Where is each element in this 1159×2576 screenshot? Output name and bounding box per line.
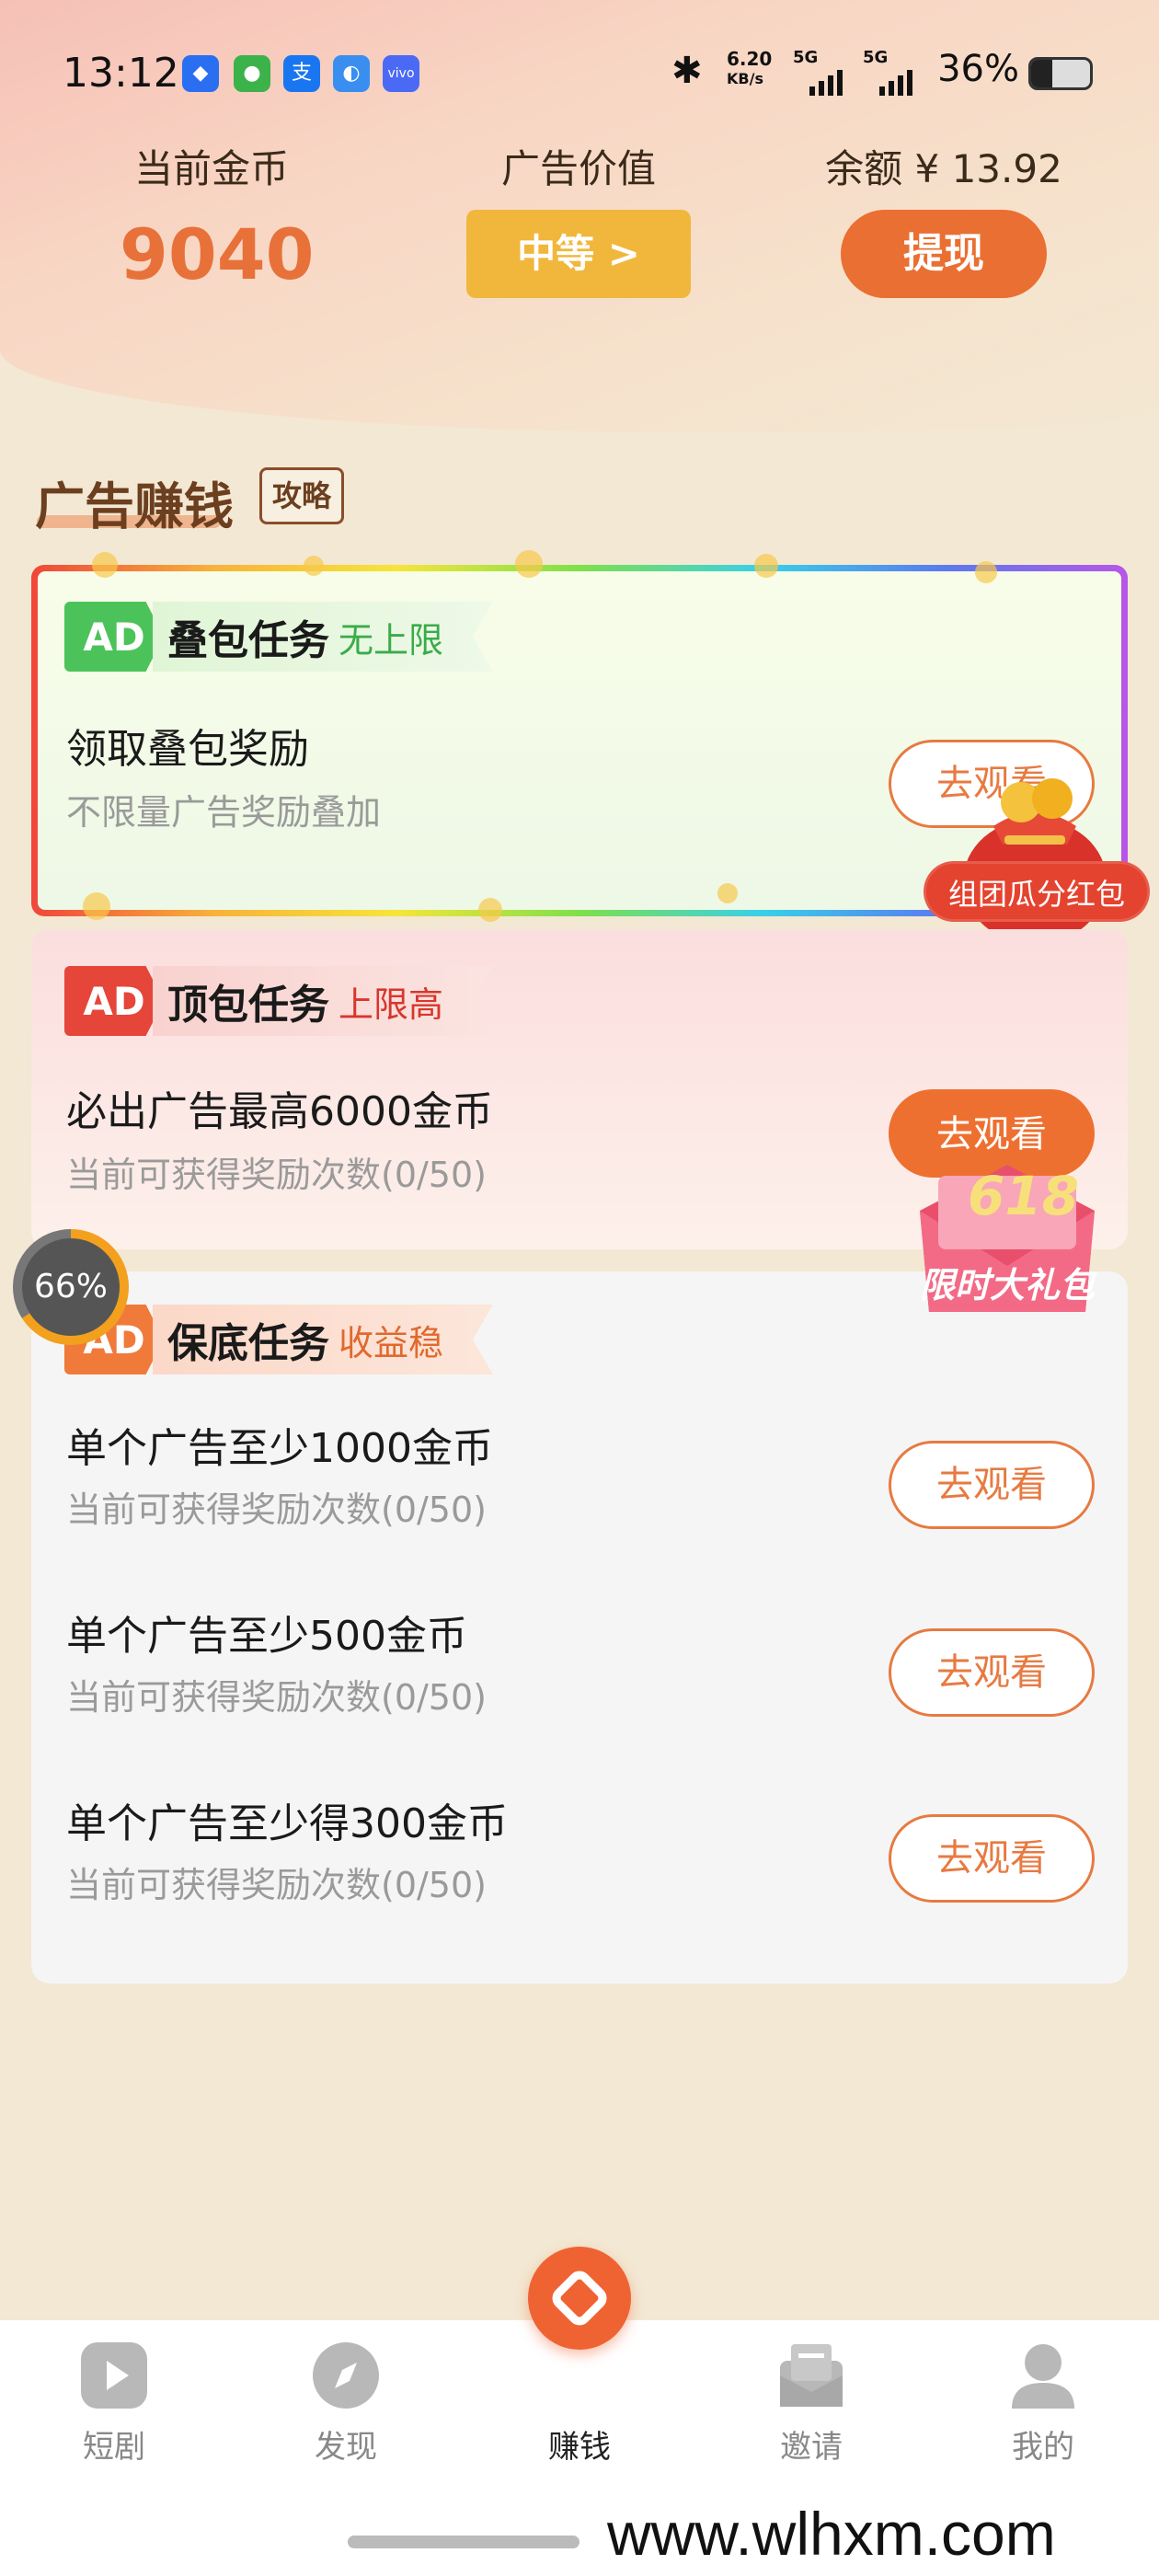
signal-label-1: 5G bbox=[793, 48, 819, 67]
nav-label: 发现 bbox=[315, 2429, 377, 2466]
coins-value: 9040 bbox=[120, 213, 315, 295]
base-row-title: 单个广告至少1000金币 bbox=[66, 1425, 493, 1472]
base-watch-button-2[interactable]: 去观看 bbox=[889, 1628, 1095, 1717]
vivo-icon: vivo bbox=[383, 55, 419, 92]
play-icon bbox=[81, 2342, 147, 2409]
sparkle-dot bbox=[92, 552, 118, 578]
battery-fill bbox=[1031, 60, 1053, 87]
ad-tag: AD bbox=[64, 966, 164, 1036]
home-indicator[interactable] bbox=[348, 2536, 580, 2548]
sparkle-dot bbox=[478, 898, 502, 922]
withdraw-button[interactable]: 提现 bbox=[841, 210, 1047, 298]
nav-label: 赚钱 bbox=[548, 2429, 611, 2466]
guide-button[interactable]: 攻略 bbox=[259, 467, 344, 524]
base-watch-button-1[interactable]: 去观看 bbox=[889, 1441, 1095, 1529]
nav-label: 邀请 bbox=[780, 2429, 843, 2466]
status-time: 13:12 bbox=[63, 50, 179, 97]
task-sub: 上限高 bbox=[339, 983, 444, 1025]
sparkle-dot bbox=[304, 556, 324, 576]
stack-task-tag: AD 叠包任务 无上限 bbox=[64, 602, 494, 672]
progress-text: 66% bbox=[22, 1238, 120, 1336]
stack-task-title: 领取叠包奖励 bbox=[66, 726, 309, 773]
battery-percent: 36% bbox=[937, 48, 1019, 90]
base-row-title: 单个广告至少得300金币 bbox=[66, 1800, 508, 1847]
ad-value-label: 广告价值 bbox=[500, 146, 656, 191]
task-sub: 收益稳 bbox=[339, 1322, 444, 1363]
signal-icon-2 bbox=[879, 70, 912, 96]
base-row-desc: 当前可获得奖励次数(0/50) bbox=[66, 1489, 487, 1530]
ad-value-button[interactable]: 中等 > bbox=[466, 210, 691, 298]
nav-label: 我的 bbox=[1012, 2429, 1074, 2466]
status-bar: 13:12 ◆ ● 支 ◐ vivo ✱ 6.20 KB/s 5G 5G 36% bbox=[0, 37, 1159, 110]
shield-app-icon: ◆ bbox=[182, 55, 219, 92]
top-task-desc: 当前可获得奖励次数(0/50) bbox=[66, 1155, 487, 1195]
base-row-desc: 当前可获得奖励次数(0/50) bbox=[66, 1865, 487, 1905]
top-task-title: 必出广告最高6000金币 bbox=[66, 1088, 493, 1135]
task-name: 叠包任务 bbox=[167, 617, 329, 664]
alipay-icon: 支 bbox=[283, 55, 320, 92]
sparkle-dot bbox=[515, 550, 543, 578]
user-icon bbox=[1012, 2344, 1074, 2409]
base-watch-button-3[interactable]: 去观看 bbox=[889, 1814, 1095, 1903]
battery-icon bbox=[1028, 57, 1093, 90]
nav-label: 短剧 bbox=[83, 2429, 145, 2466]
signal-label-2: 5G bbox=[863, 48, 889, 67]
section-title: 广告赚钱 bbox=[35, 477, 234, 535]
ad-tag: AD bbox=[64, 602, 164, 672]
green-app-icon: ● bbox=[234, 55, 270, 92]
sparkle-dot bbox=[754, 554, 778, 578]
watermark-text: www.wlhxm.com bbox=[607, 2500, 1056, 2568]
earn-nav-button[interactable] bbox=[528, 2247, 631, 2350]
mail-icon bbox=[780, 2344, 843, 2407]
task-sub: 无上限 bbox=[339, 619, 444, 661]
gift-label[interactable]: 限时大礼包 bbox=[920, 1257, 1095, 1307]
sparkle-dot bbox=[717, 883, 738, 903]
base-row-title: 单个广告至少500金币 bbox=[66, 1613, 467, 1660]
browser-icon: ◐ bbox=[333, 55, 370, 92]
task-name: 顶包任务 bbox=[167, 982, 329, 1029]
diamond-icon bbox=[552, 2271, 607, 2326]
progress-ring[interactable]: 66% bbox=[13, 1229, 129, 1345]
balance-label: 余额 ¥ 13.92 bbox=[825, 146, 1062, 191]
net-speed-unit: KB/s bbox=[727, 70, 763, 87]
sparkle-dot bbox=[975, 561, 997, 583]
task-name: 保底任务 bbox=[167, 1320, 329, 1367]
compass-icon bbox=[313, 2342, 379, 2409]
bluetooth-icon: ✱ bbox=[671, 50, 703, 92]
signal-icon-1 bbox=[809, 70, 843, 96]
red-packet-label[interactable]: 组团瓜分红包 bbox=[924, 861, 1150, 922]
base-task-tag: AD 保底任务 收益稳 bbox=[64, 1305, 494, 1374]
base-row-desc: 当前可获得奖励次数(0/50) bbox=[66, 1677, 487, 1718]
coins-label: 当前金币 bbox=[133, 146, 289, 191]
sparkle-dot bbox=[83, 892, 110, 920]
top-task-tag: AD 顶包任务 上限高 bbox=[64, 966, 494, 1036]
gift-number: 618 bbox=[968, 1165, 1080, 1227]
net-speed: 6.20 bbox=[727, 48, 773, 70]
stack-task-desc: 不限量广告奖励叠加 bbox=[66, 792, 382, 833]
